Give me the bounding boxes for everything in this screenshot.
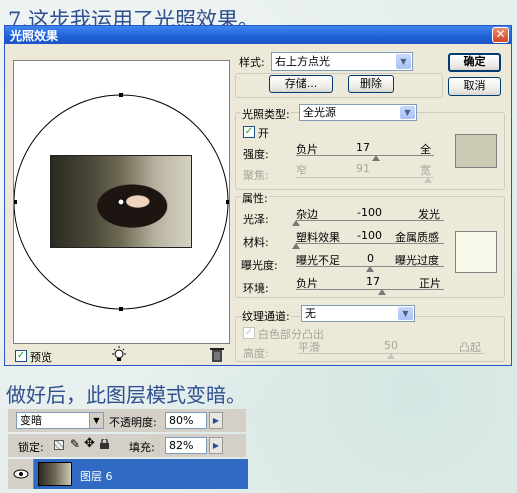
texture-channel-select[interactable]: 无 ▼ (301, 305, 415, 322)
material-slider-track[interactable] (296, 243, 444, 244)
texture-channel-select-value: 无 (305, 307, 316, 320)
light-on-checkbox[interactable]: ✓ (243, 126, 255, 138)
intensity-value: 17 (356, 141, 370, 154)
style-group-box (235, 73, 443, 98)
eye-icon (13, 469, 29, 479)
focus-min-label: 窄 (296, 164, 307, 177)
light-center-handle[interactable] (14, 61, 229, 343)
properties-label: 属性: (241, 190, 269, 206)
focus-slider-thumb (424, 177, 433, 183)
height-value: 50 (384, 339, 398, 352)
chevron-down-icon: ▼ (396, 54, 411, 69)
layer-name[interactable]: 图层 6 (80, 468, 113, 484)
white-high-checkbox: ✓ (243, 327, 255, 339)
height-slider-thumb (387, 353, 395, 359)
lock-move-icon[interactable]: ✥ (84, 436, 95, 451)
exposure-slider-thumb[interactable] (366, 266, 374, 272)
intensity-slider-thumb[interactable] (372, 155, 381, 161)
fill-value: 82% (169, 439, 194, 452)
light-type-label: 光照类型: (241, 106, 291, 122)
close-icon[interactable]: ✕ (492, 27, 509, 43)
gloss-slider-track[interactable] (296, 220, 444, 221)
ambience-slider-track[interactable] (296, 289, 444, 290)
lock-label: 锁定: (18, 441, 44, 454)
height-label: 高度: (243, 347, 269, 360)
preview-canvas[interactable] (13, 60, 230, 344)
cancel-button[interactable]: 取消 (448, 77, 501, 96)
style-label: 样式: (239, 56, 265, 69)
ambience-slider-thumb[interactable] (377, 289, 386, 295)
gloss-slider-thumb[interactable] (292, 220, 300, 226)
light-type-select[interactable]: 全光源 ▼ (299, 104, 417, 121)
fill-input[interactable]: 82% (165, 437, 207, 454)
blend-mode-select[interactable]: 变暗 ▼ (16, 412, 104, 429)
material-slider-thumb[interactable] (292, 243, 300, 249)
save-style-button[interactable]: 存储... (269, 75, 333, 93)
chevron-down-icon: ▼ (400, 106, 415, 119)
focus-slider-track (296, 177, 434, 178)
opacity-arrow-button[interactable]: ▶ (209, 412, 223, 429)
opacity-label: 不透明度: (109, 416, 157, 429)
lock-paint-icon[interactable]: ✎ (70, 437, 80, 451)
ambience-value: 17 (366, 275, 380, 288)
intensity-label: 强度: (243, 148, 269, 161)
style-select-value: 右上方点光 (275, 55, 330, 68)
ambient-color-swatch[interactable] (455, 231, 497, 273)
fill-arrow-button[interactable]: ▶ (209, 437, 223, 454)
trash-icon[interactable] (210, 347, 224, 363)
focus-value: 91 (356, 162, 370, 175)
step-note: 做好后，此图层模式变暗。 (6, 383, 246, 407)
blend-mode-value: 变暗 (20, 414, 42, 427)
focus-label: 聚焦: (243, 169, 269, 182)
layer-row[interactable]: 图层 6 (8, 459, 248, 489)
material-label: 材料: (243, 236, 269, 249)
exposure-label: 曝光度: (241, 259, 278, 272)
ambience-label: 环境: (243, 282, 269, 295)
light-on-label: 开 (258, 127, 269, 140)
style-select[interactable]: 右上方点光 ▼ (271, 52, 413, 71)
opacity-value: 80% (169, 414, 194, 427)
lock-transparency-icon[interactable] (54, 440, 64, 450)
chevron-down-icon: ▼ (89, 413, 103, 428)
delete-style-button[interactable]: 删除 (348, 75, 394, 93)
dialog-title: 光照效果 (10, 29, 59, 43)
material-value: -100 (357, 229, 382, 242)
light-color-swatch[interactable] (455, 134, 497, 168)
texture-channel-label: 纹理通道: (241, 308, 291, 324)
visibility-toggle[interactable] (8, 459, 34, 489)
dialog-titlebar: 光照效果 ✕ (5, 26, 511, 44)
layer-thumbnail (38, 462, 72, 486)
focus-max-label: 宽 (420, 164, 431, 177)
intensity-slider-track[interactable] (296, 155, 434, 156)
layers-lock-row: 锁定: ✎ ✥ 填充: 82% ▶ (8, 434, 246, 457)
preview-checkbox[interactable]: ✓ (15, 350, 27, 362)
light-bulb-icon[interactable] (110, 346, 128, 364)
layers-blend-row: 变暗 ▼ 不透明度: 80% ▶ (8, 409, 246, 432)
lock-all-icon[interactable] (100, 437, 109, 449)
light-type-select-value: 全光源 (303, 106, 336, 119)
opacity-input[interactable]: 80% (165, 412, 207, 429)
exposure-value: 0 (367, 252, 374, 265)
chevron-down-icon: ▼ (398, 307, 413, 320)
ok-button[interactable]: 确定 (448, 53, 501, 72)
preview-label: 预览 (30, 351, 52, 364)
fill-label: 填充: (129, 441, 155, 454)
gloss-value: -100 (357, 206, 382, 219)
gloss-label: 光泽: (243, 213, 269, 226)
lighting-effects-dialog: 光照效果 ✕ ✓ 预览 样式: 右上方点光 ▼ 存储... 删除 确定 取消 光… (4, 25, 512, 366)
